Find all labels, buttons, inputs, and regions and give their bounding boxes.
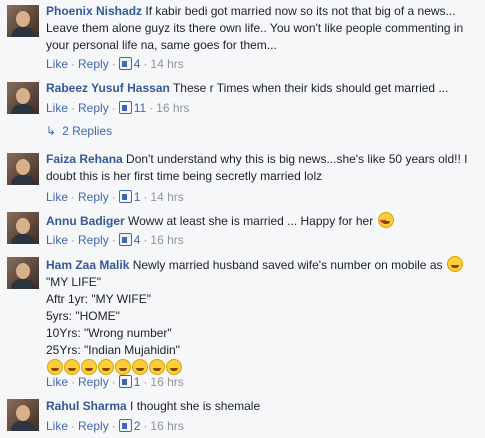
avatar[interactable] <box>7 257 39 289</box>
like-count[interactable]: 4 <box>134 233 141 247</box>
timestamp[interactable]: 16 hrs <box>156 101 189 115</box>
comment-line: 5yrs: "HOME" <box>46 309 120 323</box>
avatar[interactable] <box>7 153 39 185</box>
timestamp[interactable]: 16 hrs <box>150 233 183 247</box>
comment-line: "MY LIFE" <box>46 275 101 289</box>
avatar[interactable] <box>7 212 39 244</box>
comment-actions: Like · Reply · 4 · 16 hrs <box>46 233 184 247</box>
reply-link[interactable]: Reply <box>78 419 109 433</box>
like-count[interactable]: 2 <box>134 419 141 433</box>
commenter-name[interactable]: Rabeez Yusuf Hassan <box>46 81 170 95</box>
reply-link[interactable]: Reply <box>78 57 109 71</box>
comment-actions: Like · Reply · 1 · 16 hrs <box>46 375 184 389</box>
grin-emoji-icon <box>115 359 131 375</box>
timestamp[interactable]: 16 hrs <box>150 419 183 433</box>
like-link[interactable]: Like <box>46 375 68 389</box>
comment-text: I thought she is shemale <box>130 399 261 413</box>
like-count[interactable]: 1 <box>134 375 141 389</box>
view-replies-link[interactable]: ↳ 2 Replies <box>46 124 112 138</box>
comment-line: 10Yrs: "Wrong number" <box>46 326 172 340</box>
grin-emoji-icon <box>47 359 63 375</box>
reply-link[interactable]: Reply <box>78 101 109 115</box>
comment-actions: Like · Reply · 11 · 16 hrs <box>46 101 190 115</box>
grin-emoji-icon <box>149 359 165 375</box>
emoji-row <box>46 359 182 375</box>
replies-count[interactable]: 2 Replies <box>62 124 112 138</box>
thumbs-up-icon <box>118 375 132 388</box>
avatar[interactable] <box>7 82 39 114</box>
grin-emoji-icon <box>446 256 463 272</box>
reply-link[interactable]: Reply <box>78 233 109 247</box>
timestamp[interactable]: 16 hrs <box>150 375 183 389</box>
thumbs-up-icon <box>118 190 132 203</box>
timestamp[interactable]: 14 hrs <box>150 57 183 71</box>
grin-emoji-icon <box>166 359 182 375</box>
like-link[interactable]: Like <box>46 57 68 71</box>
comment-actions: Like · Reply · 1 · 14 hrs <box>46 190 184 204</box>
heart-eyes-emoji-icon <box>377 212 394 231</box>
commenter-name[interactable]: Faiza Rehana <box>46 152 123 166</box>
commenter-name[interactable]: Annu Badiger <box>46 214 125 228</box>
grin-emoji-icon <box>132 359 148 375</box>
reply-arrow-icon: ↳ <box>46 124 57 138</box>
reply-link[interactable]: Reply <box>78 375 109 389</box>
like-count[interactable]: 1 <box>134 190 141 204</box>
thumbs-up-icon <box>118 419 132 432</box>
grin-emoji-icon <box>98 359 114 375</box>
thumbs-up-icon <box>118 57 132 70</box>
timestamp[interactable]: 14 hrs <box>150 190 183 204</box>
commenter-name[interactable]: Phoenix Nishadz <box>46 4 142 18</box>
thumbs-up-icon <box>118 101 132 114</box>
like-link[interactable]: Like <box>46 419 68 433</box>
like-count[interactable]: 11 <box>134 101 146 115</box>
comment-text: These r Times when their kids should get… <box>172 81 449 95</box>
like-link[interactable]: Like <box>46 101 68 115</box>
commenter-name[interactable]: Rahul Sharma <box>46 399 127 413</box>
comment-line: 25Yrs: "Indian Mujahidin" <box>46 343 180 357</box>
thumbs-up-icon <box>118 233 132 246</box>
like-link[interactable]: Like <box>46 233 68 247</box>
grin-emoji-icon <box>64 359 80 375</box>
avatar[interactable] <box>7 5 39 37</box>
like-link[interactable]: Like <box>46 190 68 204</box>
grin-emoji-icon <box>81 359 97 375</box>
like-count[interactable]: 4 <box>134 57 141 71</box>
comment-text: Woww at least she is married ... Happy f… <box>128 214 374 228</box>
comment-text: Newly married husband saved wife's numbe… <box>132 258 443 272</box>
comment-line: Aftr 1yr: "MY WIFE" <box>46 292 151 306</box>
comment-actions: Like · Reply · 4 · 14 hrs <box>46 57 184 71</box>
comment-actions: Like · Reply · 2 · 16 hrs <box>46 419 184 433</box>
avatar[interactable] <box>7 399 39 431</box>
reply-link[interactable]: Reply <box>78 190 109 204</box>
commenter-name[interactable]: Ham Zaa Malik <box>46 258 129 272</box>
